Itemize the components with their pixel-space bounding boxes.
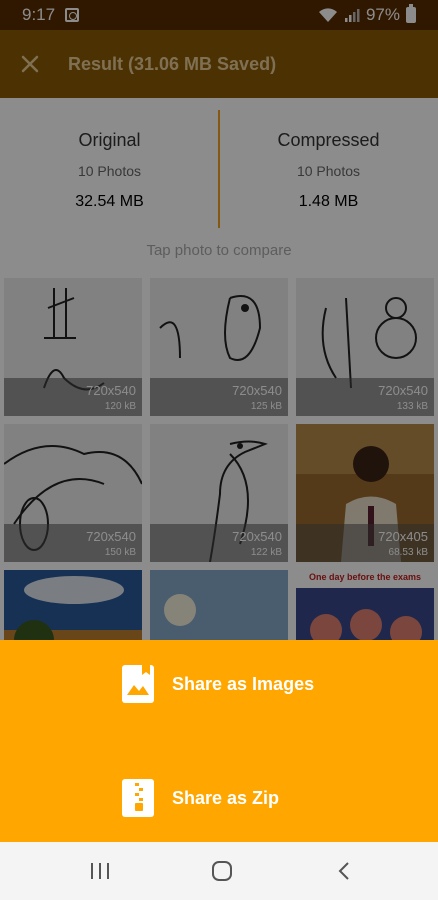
scrim[interactable] xyxy=(0,0,438,670)
home-icon[interactable] xyxy=(202,856,242,886)
zip-icon xyxy=(122,779,154,817)
share-images-label: Share as Images xyxy=(172,673,315,694)
share-zip-option[interactable]: Share as Zip xyxy=(0,768,438,828)
share-images-option[interactable]: Share as Images xyxy=(0,654,438,714)
recent-apps-icon[interactable] xyxy=(80,856,120,886)
share-bottom-sheet: Share as Images Share as Zip xyxy=(0,640,438,842)
share-zip-label: Share as Zip xyxy=(172,787,280,808)
system-nav-bar xyxy=(0,842,438,900)
image-icon xyxy=(122,665,154,703)
back-icon[interactable] xyxy=(324,856,364,886)
